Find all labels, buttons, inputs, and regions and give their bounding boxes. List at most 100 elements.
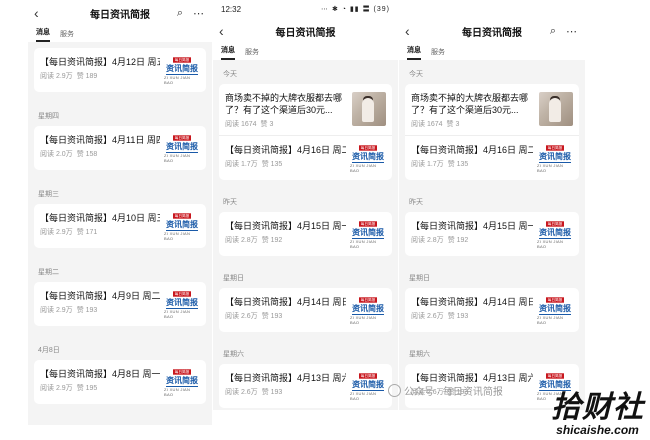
message-group: 昨天 【每日资讯简报】4月15日 周一 阅读 2.8万赞 192 每日简报 资讯简… — [399, 180, 585, 256]
brand-logo: 每日简报 资讯简报 ZI XUN JIAN BAO — [350, 144, 386, 174]
status-bar: 12:32 ⋯ ✱ ◔ ▮▮ 〓 (39) — [213, 0, 398, 18]
logo-top-text: 每日简报 — [359, 373, 377, 379]
article-card[interactable]: 【每日资讯简报】4月15日 周一 阅读 2.8万赞 192 每日简报 资讯简报 ZI… — [219, 212, 392, 256]
brand-logo: 每日简报 资讯简报 ZI XUN JIAN BAO — [164, 368, 200, 398]
brand-logo: 每日简报 资讯简报 ZI XUN JIAN BAO — [350, 220, 386, 250]
brand-logo: 每日简报 资讯简报 ZI XUN JIAN BAO — [350, 372, 386, 402]
site-watermark-en: shicaishe.com — [556, 423, 639, 437]
day-label: 昨天 — [409, 199, 423, 206]
read-count: 阅读 2.6万 — [225, 313, 258, 320]
message-group: 星期三 【每日资讯简报】4月10日 周三 阅读 2.9万赞 171 每日简报 资讯… — [28, 170, 212, 248]
article-card[interactable]: 【每日资讯简报】4月10日 周三 阅读 2.9万赞 171 每日简报 资讯简报 ZI… — [34, 204, 206, 248]
logo-main-text: 资讯简报 — [352, 228, 384, 239]
like-count: 赞 158 — [76, 151, 98, 158]
search-icon[interactable]: ⌕ — [177, 7, 183, 20]
logo-main-text: 资讯简报 — [539, 380, 571, 391]
logo-top-text: 每日简报 — [546, 373, 564, 379]
tab-services[interactable]: 服务 — [431, 47, 445, 60]
tab-services[interactable]: 服务 — [60, 29, 74, 42]
brand-logo: 每日简报 资讯简报 ZI XUN JIAN BAO — [537, 220, 573, 250]
article-card[interactable]: 商场卖不掉的大牌衣服都去哪了？有了这个渠道后30元... 阅读 1674 赞 3 — [219, 84, 392, 136]
tab-messages[interactable]: 消息 — [36, 27, 50, 42]
logo-sub-text: ZI XUN JIAN BAO — [350, 163, 377, 173]
logo-main-text: 资讯简报 — [352, 304, 384, 315]
day-label: 星期六 — [223, 351, 244, 358]
logo-sub-text: ZI XUN JIAN BAO — [164, 75, 191, 85]
read-count: 阅读 2.9万 — [40, 73, 73, 80]
message-group: 昨天 【每日资讯简报】4月15日 周一 阅读 2.8万赞 192 每日简报 资讯简… — [213, 180, 398, 256]
logo-top-text: 每日简报 — [173, 369, 191, 375]
back-arrow-icon[interactable]: ‹ — [34, 5, 39, 21]
back-arrow-icon[interactable]: ‹ — [219, 23, 224, 39]
article-title: 【每日资讯简报】4月15日 周一 — [225, 221, 346, 231]
logo-sub-text: ZI XUN JIAN BAO — [164, 153, 191, 163]
back-arrow-icon[interactable]: ‹ — [405, 23, 410, 39]
article-card[interactable]: 【每日资讯简报】4月13日 周六 阅读 2.6万赞 193 每日简报 资讯简报 ZI… — [219, 364, 392, 408]
logo-sub-text: ZI XUN JIAN BAO — [537, 163, 564, 173]
day-label: 星期日 — [223, 275, 244, 282]
brand-logo: 每日简报 资讯简报 ZI XUN JIAN BAO — [350, 296, 386, 326]
tab-messages[interactable]: 消息 — [407, 45, 421, 60]
read-count: 阅读 2.8万 — [411, 237, 444, 244]
site-watermark: 拾财社 shicaishe.com — [551, 392, 644, 437]
message-group: 【每日资讯简报】4月12日 周五 阅读 2.9万赞 189 每日简报 资讯简报 ZI… — [28, 42, 212, 92]
like-count: 赞 193 — [261, 389, 283, 396]
article-card[interactable]: 【每日资讯简报】4月14日 周日 阅读 2.6万赞 193 每日简报 资讯简报 ZI… — [219, 288, 392, 332]
article-card[interactable]: 【每日资讯简报】4月9日 周二 阅读 2.9万赞 193 每日简报 资讯简报 ZI … — [34, 282, 206, 326]
day-label: 星期日 — [409, 275, 430, 282]
article-card[interactable]: 【每日资讯简报】4月15日 周一 阅读 2.8万赞 192 每日简报 资讯简报 ZI… — [405, 212, 579, 256]
screen-left: ‹ 每日资讯简报 ⌕ ⋯ 消息 服务 【每日资讯简报】4月12日 周五 阅读 2… — [28, 0, 212, 425]
like-count: 赞 193 — [76, 307, 98, 314]
day-label: 昨天 — [223, 199, 237, 206]
article-card[interactable]: 【每日资讯简报】4月8日 周一 阅读 2.9万赞 195 每日简报 资讯简报 ZI … — [34, 360, 206, 404]
read-count: 阅读 2.6万 — [225, 389, 258, 396]
day-label: 星期六 — [409, 351, 430, 358]
wechat-icon — [388, 384, 401, 397]
page-title: 每日资讯简报 — [462, 27, 522, 39]
article-title: 【每日资讯简报】4月11日 周四 — [40, 135, 160, 145]
tab-messages[interactable]: 消息 — [221, 45, 235, 60]
day-label: 4月8日 — [38, 347, 60, 354]
message-group: 星期六 【每日资讯简报】4月13日 周六 阅读 2.6万赞 193 每日简报 资讯… — [213, 332, 398, 408]
page-title: 每日资讯简报 — [90, 9, 150, 21]
article-card[interactable]: 【每日资讯简报】4月14日 周日 阅读 2.6万赞 193 每日简报 资讯简报 ZI… — [405, 288, 579, 332]
like-count: 赞 192 — [261, 237, 283, 244]
like-count: 赞 3 — [446, 121, 460, 128]
read-count: 阅读 2.9万 — [40, 385, 73, 392]
logo-top-text: 每日简报 — [173, 291, 191, 297]
watermark-text: 公众号 · 每日资讯简报 — [404, 387, 503, 398]
day-label: 今天 — [409, 71, 423, 78]
article-card[interactable]: 【每日资讯简报】4月16日 周二 阅读 1.7万赞 135 每日简报 资讯简报 ZI… — [405, 136, 579, 180]
article-card[interactable]: 【每日资讯简报】4月16日 周二 阅读 1.7万赞 135 每日简报 资讯简报 ZI… — [219, 136, 392, 180]
day-label: 星期二 — [38, 269, 59, 276]
read-count: 阅读 2.0万 — [40, 151, 73, 158]
article-thumbnail — [352, 92, 386, 126]
more-icon[interactable]: ⋯ — [193, 7, 204, 20]
status-icons: ⋯ ✱ ◔ ▮▮ 〓 (39) — [321, 6, 390, 13]
article-card[interactable]: 【每日资讯简报】4月12日 周五 阅读 2.9万赞 189 每日简报 资讯简报 ZI… — [34, 48, 206, 92]
tab-services[interactable]: 服务 — [245, 47, 259, 60]
tab-bar: 消息 服务 — [28, 26, 212, 42]
tab-bar: 消息 服务 — [399, 44, 585, 60]
logo-main-text: 资讯简报 — [166, 220, 198, 231]
logo-sub-text: ZI XUN JIAN BAO — [164, 309, 191, 319]
search-icon[interactable]: ⌕ — [550, 25, 556, 38]
like-count: 赞 195 — [76, 385, 98, 392]
logo-top-text: 每日简报 — [546, 145, 564, 151]
day-label: 今天 — [223, 71, 237, 78]
nav-header: ‹ 每日资讯简报 ⌕ ⋯ — [399, 18, 585, 44]
article-thumbnail — [539, 92, 573, 126]
status-time: 12:32 — [221, 4, 242, 14]
article-title: 【每日资讯简报】4月16日 周二 — [411, 145, 533, 155]
article-title: 【每日资讯简报】4月16日 周二 — [225, 145, 346, 155]
nav-header: ‹ 每日资讯简报 — [213, 18, 398, 44]
message-group: 今天 商场卖不掉的大牌衣服都去哪了？有了这个渠道后30元... 阅读 1674 赞… — [399, 60, 585, 180]
article-card[interactable]: 商场卖不掉的大牌衣服都去哪了？有了这个渠道后30元... 阅读 1674 赞 3 — [405, 84, 579, 136]
article-title: 【每日资讯简报】4月8日 周一 — [40, 369, 160, 379]
like-count: 赞 171 — [76, 229, 98, 236]
more-icon[interactable]: ⋯ — [566, 25, 577, 38]
article-card[interactable]: 【每日资讯简报】4月11日 周四 阅读 2.0万赞 158 每日简报 资讯简报 ZI… — [34, 126, 206, 170]
logo-sub-text: ZI XUN JIAN BAO — [350, 239, 377, 249]
read-count: 阅读 1674 — [411, 121, 443, 128]
like-count: 赞 193 — [447, 313, 469, 320]
